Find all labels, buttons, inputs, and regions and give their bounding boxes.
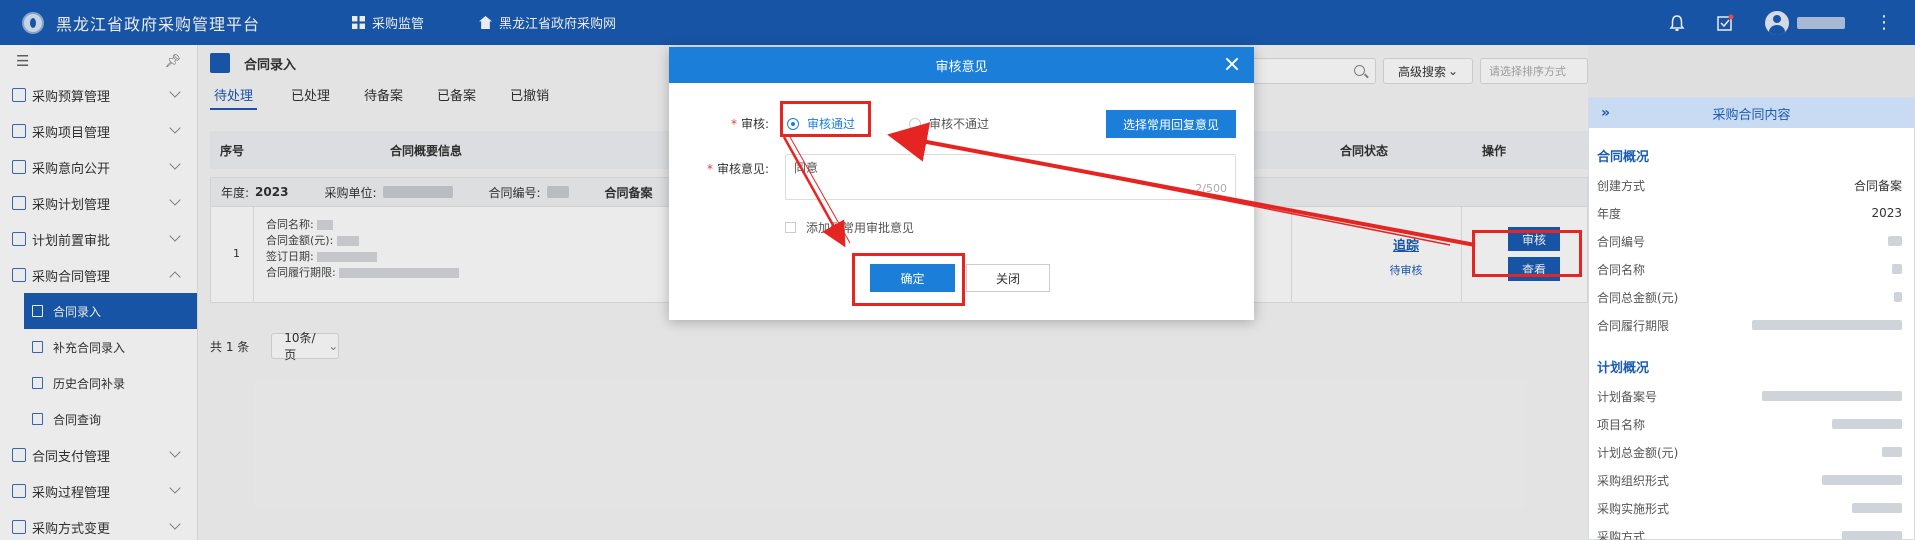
dialog-title: 审核意见 <box>935 59 988 75</box>
section-plan-overview: 计划概况 <box>1597 361 1650 376</box>
detail-label: 计划总金额(元) <box>1597 445 1679 460</box>
redacted-value <box>1888 236 1902 246</box>
detail-row: 计划总金额(元) <box>1589 438 1914 466</box>
detail-row: 合同编号 <box>1589 227 1914 255</box>
detail-row: 采购实施形式 <box>1589 494 1914 522</box>
annotation-box-confirm <box>852 253 965 306</box>
detail-row: 项目名称 <box>1589 410 1914 438</box>
redacted-value <box>1822 475 1902 485</box>
double-chevron-right-icon[interactable]: » <box>1601 105 1610 121</box>
redacted-value <box>1762 391 1902 401</box>
detail-label: 合同名称 <box>1597 262 1646 277</box>
detail-value: 合同备案 <box>1853 178 1902 193</box>
panel-title: 采购合同内容 <box>1712 107 1791 123</box>
redacted-value <box>1832 419 1902 429</box>
redacted-value <box>1752 320 1902 330</box>
detail-label: 合同编号 <box>1597 234 1646 249</box>
panel-header: » 采购合同内容 <box>1589 98 1914 128</box>
audit-label: * 审核: <box>730 117 769 131</box>
redacted-value <box>1892 264 1902 274</box>
redacted-value <box>1882 447 1902 457</box>
opinion-textarea[interactable]: 同意 2/500 <box>785 154 1236 200</box>
detail-label: 项目名称 <box>1597 417 1646 432</box>
detail-row: 采购方式 <box>1589 522 1914 540</box>
detail-label: 合同总金额(元) <box>1597 290 1679 305</box>
detail-row: 采购组织形式 <box>1589 466 1914 494</box>
redacted-value <box>1894 292 1902 302</box>
opinion-label: * 审核意见: <box>706 162 769 176</box>
close-button[interactable]: 关闭 <box>966 264 1050 292</box>
radio-dot[interactable] <box>909 117 921 130</box>
audit-label-text: 审核: <box>740 117 769 131</box>
detail-label: 合同履行期限 <box>1597 318 1670 333</box>
detail-row: 计划备案号 <box>1589 382 1914 410</box>
opinion-label-text: 审核意见: <box>716 162 769 176</box>
checkbox-label: 添加到常用审批意见 <box>806 221 915 235</box>
detail-row: 合同总金额(元) <box>1589 283 1914 311</box>
section-contract-overview: 合同概况 <box>1597 150 1650 165</box>
detail-label: 创建方式 <box>1597 178 1646 193</box>
detail-label: 年度 <box>1597 206 1622 221</box>
opinion-text: 同意 <box>794 161 819 175</box>
detail-row: 合同履行期限 <box>1589 311 1914 339</box>
detail-label: 采购组织形式 <box>1597 473 1670 488</box>
char-counter: 2/500 <box>1195 182 1227 195</box>
checkbox-box[interactable] <box>785 222 796 233</box>
annotation-box-audit <box>1472 230 1582 277</box>
detail-label: 计划备案号 <box>1597 389 1658 404</box>
annotation-box-approve <box>780 101 871 137</box>
radio-reject[interactable]: 审核不通过 <box>909 115 989 132</box>
detail-label: 采购实施形式 <box>1597 501 1670 516</box>
radio-label: 审核不通过 <box>929 117 990 131</box>
contract-detail-panel: » 采购合同内容 合同概况 创建方式 合同备案 年度 2023 合同编号 合同名称 … <box>1588 97 1915 540</box>
detail-value: 2023 <box>1871 206 1902 220</box>
add-common-opinion-checkbox[interactable]: 添加到常用审批意见 <box>785 219 914 236</box>
detail-row: 创建方式 合同备案 <box>1589 171 1914 199</box>
close-icon[interactable] <box>1224 56 1240 72</box>
detail-row: 年度 2023 <box>1589 199 1914 227</box>
redacted-value <box>1842 531 1902 540</box>
dialog-header: 审核意见 <box>669 47 1254 83</box>
detail-row: 合同名称 <box>1589 255 1914 283</box>
redacted-value <box>1852 503 1902 513</box>
detail-label: 采购方式 <box>1597 529 1646 540</box>
select-common-reply-button[interactable]: 选择常用回复意见 <box>1106 110 1236 138</box>
